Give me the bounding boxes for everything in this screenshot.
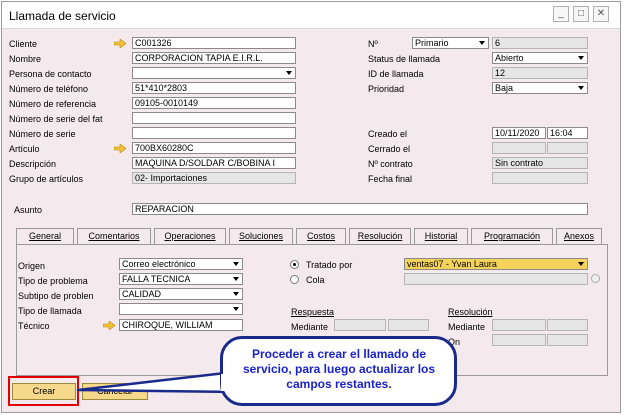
referencia-label: Número de referencia — [9, 99, 97, 109]
tab-soluciones[interactable]: Soluciones — [229, 228, 293, 244]
serie-fabricante-label: Número de serie del fat — [9, 114, 103, 124]
cola-radio[interactable] — [290, 275, 299, 284]
prioridad-label: Prioridad — [368, 84, 405, 94]
contrato-label: Nº contrato — [368, 159, 413, 169]
cola-field — [404, 273, 588, 285]
tipo-llamada-select[interactable] — [119, 303, 243, 315]
id-llamada-field: 12 — [492, 67, 588, 79]
telefono-input[interactable]: 51*410*2803 — [132, 82, 296, 94]
serie-fabricante-input[interactable] — [132, 112, 296, 124]
tratado-por-radio[interactable] — [290, 260, 299, 269]
persona-contacto-select[interactable] — [132, 67, 296, 79]
tab-historial[interactable]: Historial — [414, 228, 468, 244]
cliente-label: Cliente — [9, 39, 38, 49]
tipo-problema-label: Tipo de problema — [18, 276, 88, 286]
numero-label: Nº — [368, 39, 378, 49]
maximize-button[interactable]: □ — [573, 6, 589, 22]
tab-operaciones[interactable]: Operaciones — [154, 228, 226, 244]
cerrado-label: Cerrado el — [368, 144, 411, 154]
tecnico-input[interactable]: CHIROQUE, WILLIAM — [119, 319, 243, 331]
cerrado-date-field — [492, 142, 546, 154]
resolucion-mediante-label: Mediante — [448, 322, 486, 332]
tab-anexos[interactable]: Anexos — [556, 228, 602, 244]
telefono-label: Número de teléfono — [9, 84, 89, 94]
callout-text: Proceder a crear el llamado de servicio,… — [242, 347, 436, 391]
resolucion-on-date-field — [492, 334, 546, 346]
persona-contacto-label: Persona de contacto — [9, 69, 92, 79]
contrato-field: Sin contrato — [492, 157, 588, 169]
instruction-callout: Proceder a crear el llamado de servicio,… — [220, 336, 457, 406]
tab-general[interactable]: General — [16, 228, 74, 245]
resolucion-date-field — [492, 319, 546, 331]
id-llamada-label: ID de llamada — [368, 69, 424, 79]
fecha-final-label: Fecha final — [368, 174, 413, 184]
articulo-link-arrow-icon[interactable] — [114, 144, 126, 153]
close-button[interactable]: ✕ — [593, 6, 609, 22]
tab-resolucion[interactable]: Resolución — [349, 228, 411, 244]
cliente-input[interactable]: C001326 — [132, 37, 296, 49]
status-select[interactable]: Abierto — [492, 52, 588, 64]
tipo-problema-select[interactable]: FALLA TECNICA — [119, 273, 243, 285]
respuesta-mediante-label: Mediante — [291, 322, 329, 332]
tecnico-link-arrow-icon[interactable] — [103, 321, 115, 330]
descripcion-label: Descripción — [9, 159, 57, 169]
cancelar-button[interactable]: Cancelar — [82, 383, 148, 400]
descripcion-input[interactable]: MAQUINA D/SOLDAR C/BOBINA I — [132, 157, 296, 169]
tratado-por-select[interactable]: ventas07 - Yvan Laura — [404, 258, 588, 270]
asunto-input[interactable]: REPARACION — [132, 203, 588, 215]
serie-input[interactable] — [132, 127, 296, 139]
origen-label: Origen — [18, 261, 46, 271]
cola-label: Cola — [306, 275, 325, 285]
creado-label: Creado el — [368, 129, 408, 139]
status-label: Status de llamada — [368, 54, 441, 64]
tab-comentarios[interactable]: Comentarios — [77, 228, 151, 244]
grupo-articulos-field: 02- Importaciones — [132, 172, 296, 184]
series-select[interactable]: Primario — [412, 37, 489, 49]
tecnico-label: Técnico — [18, 321, 50, 331]
respuesta-date-field — [334, 319, 386, 331]
respuesta-time-field — [388, 319, 429, 331]
creado-date-input[interactable]: 10/11/2020 — [492, 127, 546, 139]
tab-costos[interactable]: Costos — [296, 228, 346, 244]
nombre-label: Nombre — [9, 54, 42, 64]
numero-field: 6 — [492, 37, 588, 49]
cliente-link-arrow-icon[interactable] — [114, 39, 126, 48]
crear-highlight-box — [8, 376, 79, 406]
serie-label: Número de serie — [9, 129, 76, 139]
asunto-label: Asunto — [14, 205, 43, 215]
origen-select[interactable]: Correo electrónico — [119, 258, 243, 270]
tab-programacion[interactable]: Programación — [471, 228, 553, 244]
cerrado-time-field — [547, 142, 588, 154]
prioridad-select[interactable]: Baja — [492, 82, 588, 94]
fecha-final-field — [492, 172, 588, 184]
minimize-button[interactable]: _ — [553, 6, 569, 22]
articulo-label: Artículo — [9, 144, 40, 154]
resolucion-on-time-field — [547, 334, 588, 346]
subtipo-label: Subtipo de problen — [18, 291, 94, 301]
grupo-articulos-label: Grupo de artículos — [9, 174, 84, 184]
nombre-input[interactable]: CORPORACION TAPIA E.I.R.L. — [132, 52, 296, 64]
tratado-por-label: Tratado por — [306, 260, 353, 270]
respuesta-header: Respuesta — [291, 307, 335, 317]
tipo-llamada-label: Tipo de llamada — [18, 306, 82, 316]
title-bar: Llamada de servicio _ □ ✕ — [2, 2, 620, 29]
subtipo-select[interactable]: CALIDAD — [119, 288, 243, 300]
creado-time-input[interactable]: 16:04 — [547, 127, 588, 139]
window-title: Llamada de servicio — [9, 9, 116, 23]
cola-selector-icon[interactable] — [591, 274, 600, 283]
resolucion-time-field — [547, 319, 588, 331]
resolucion-header: Resolución — [448, 307, 493, 317]
articulo-input[interactable]: 700BX60280C — [132, 142, 296, 154]
referencia-input[interactable]: 09105-0010149 — [132, 97, 296, 109]
service-call-window: Llamada de servicio _ □ ✕ Cliente Nombre… — [1, 1, 621, 413]
